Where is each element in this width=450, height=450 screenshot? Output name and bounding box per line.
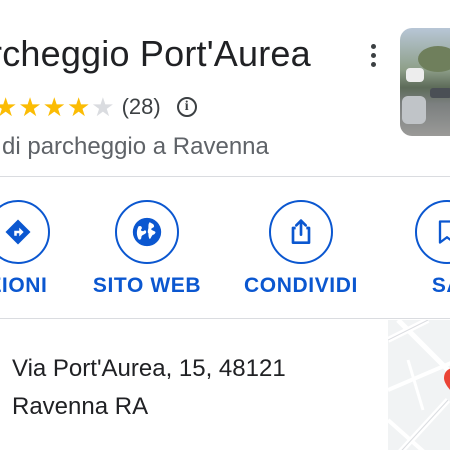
share-icon (291, 219, 311, 244)
more-options-button[interactable] (360, 38, 386, 72)
save-label: SA (431, 274, 450, 297)
address-line-1: Via Port'Aurea, 15, 48121 (12, 355, 286, 382)
star-icon: ★ (42, 92, 66, 122)
star-icon: ★ (66, 92, 91, 122)
rating-stars: ★ ★ ★ ★ ★ (0, 92, 116, 122)
star-icon: ★ (18, 92, 42, 122)
directions-icon (5, 219, 31, 245)
mini-map[interactable] (388, 320, 450, 450)
place-photo-thumbnail[interactable] (400, 28, 450, 136)
star-icon: ★ (0, 92, 18, 122)
map-roads (388, 320, 450, 450)
divider (0, 176, 450, 177)
map-pin-icon (444, 368, 450, 390)
save-button[interactable]: SA (412, 200, 450, 298)
directions-label: ZIONI (0, 274, 48, 297)
directions-button[interactable]: ZIONI (0, 200, 80, 298)
website-label: SITO WEB (92, 274, 202, 297)
share-button[interactable]: CONDIVIDI (236, 200, 366, 298)
address-text[interactable]: Via Port'Aurea, 15, 48121 Ravenna RA (12, 350, 286, 426)
share-label: CONDIVIDI (244, 274, 358, 297)
rating-count[interactable]: (28) (122, 94, 161, 120)
website-button[interactable]: SITO WEB (82, 200, 212, 298)
globe-icon (132, 217, 162, 247)
rating-row[interactable]: ★ ★ ★ ★ ★ (28) i (0, 90, 197, 124)
info-icon[interactable]: i (176, 97, 197, 117)
address-line-2: Ravenna RA (12, 393, 149, 420)
place-title: rcheggio Port'Aurea (0, 33, 311, 74)
place-category: di parcheggio a Ravenna (2, 133, 269, 160)
bookmark-icon (438, 220, 450, 244)
more-vert-icon (370, 43, 376, 49)
divider (0, 318, 450, 319)
star-icon: ★ (91, 92, 115, 122)
